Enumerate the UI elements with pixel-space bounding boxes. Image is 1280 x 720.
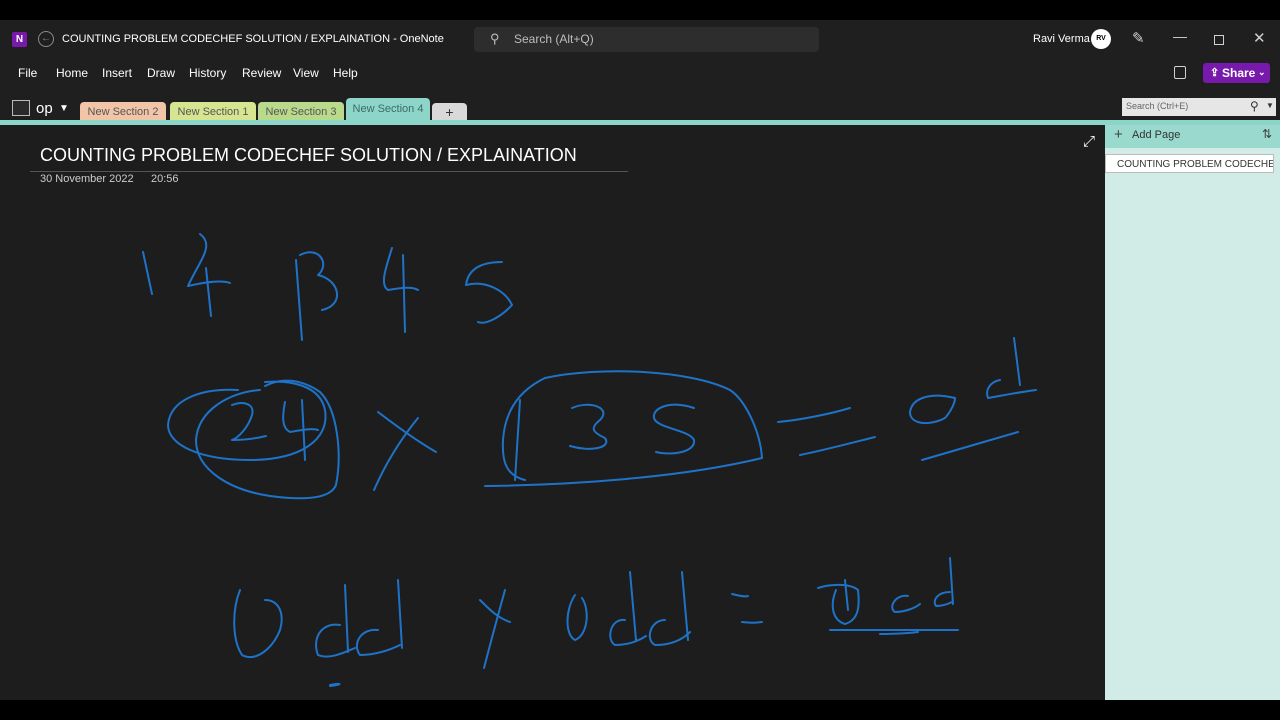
ink-stroke bbox=[777, 407, 851, 423]
minimize-icon[interactable]: — bbox=[1173, 28, 1187, 44]
ink-stroke bbox=[315, 623, 356, 658]
ink-stroke bbox=[167, 380, 327, 461]
ink-stroke bbox=[514, 399, 521, 481]
pages-pane-header: + Add Page ⇅ bbox=[1105, 125, 1280, 148]
ink-stroke bbox=[465, 261, 513, 324]
pages-pane: + Add Page ⇅ COUNTING PROBLEM CODECHEF bbox=[1105, 125, 1280, 700]
menu-history[interactable]: History bbox=[189, 66, 226, 80]
ink-stroke bbox=[282, 401, 319, 433]
ink-stroke bbox=[741, 621, 763, 624]
add-page-button[interactable]: Add Page bbox=[1132, 129, 1180, 141]
ink-stroke bbox=[299, 251, 339, 311]
ink-stroke bbox=[566, 594, 588, 641]
ink-stroke bbox=[231, 402, 267, 441]
menu-home[interactable]: Home bbox=[56, 66, 88, 80]
restore-icon[interactable] bbox=[1214, 35, 1224, 45]
ink-stroke bbox=[479, 599, 511, 623]
ink-stroke bbox=[397, 579, 403, 649]
letterbox-top bbox=[0, 0, 1280, 20]
search-box[interactable]: ⚲ Search (Alt+Q) bbox=[474, 27, 819, 52]
user-name[interactable]: Ravi Verma bbox=[1033, 33, 1090, 45]
ink-stroke bbox=[909, 394, 956, 425]
ink-stroke bbox=[921, 431, 1019, 461]
ink-stroke bbox=[402, 254, 406, 333]
chevron-down-icon: ⌄ bbox=[1258, 67, 1266, 77]
page-canvas[interactable]: COUNTING PROBLEM CODECHEF SOLUTION / EXP… bbox=[0, 125, 1105, 700]
ink-stroke bbox=[891, 594, 921, 613]
chevron-down-icon[interactable]: ▼ bbox=[1266, 101, 1274, 110]
ink-stroke bbox=[879, 631, 919, 635]
ink-stroke bbox=[817, 583, 860, 625]
ink-stroke bbox=[569, 403, 608, 450]
ink-stroke bbox=[329, 682, 341, 687]
ink-stroke bbox=[652, 403, 696, 455]
back-arrow-icon[interactable]: ← bbox=[38, 31, 54, 47]
share-icon: ⇪ bbox=[1210, 67, 1220, 79]
ink-stroke bbox=[986, 379, 1037, 399]
tab-new-section-3[interactable]: New Section 3 bbox=[258, 102, 344, 122]
ink-stroke bbox=[731, 593, 749, 598]
search-placeholder: Search (Alt+Q) bbox=[514, 32, 594, 46]
ink-stroke bbox=[648, 619, 691, 646]
menu-view[interactable]: View bbox=[293, 66, 319, 80]
section-bar: op ▼ New Section 2 New Section 1 New Sec… bbox=[0, 86, 1280, 122]
chevron-down-icon[interactable]: ▼ bbox=[59, 103, 69, 114]
search-icon: ⚲ bbox=[1250, 99, 1259, 113]
tab-new-section-1[interactable]: New Section 1 bbox=[170, 102, 256, 122]
title-bar: N ← COUNTING PROBLEM CODECHEF SOLUTION /… bbox=[0, 20, 1280, 60]
notebook-search-input[interactable]: Search (Ctrl+E) ⚲ ▼ bbox=[1122, 98, 1276, 116]
ink-stroke bbox=[609, 618, 647, 646]
ink-stroke bbox=[142, 251, 153, 295]
tab-new-section-2[interactable]: New Section 2 bbox=[80, 102, 166, 122]
menu-help[interactable]: Help bbox=[333, 66, 358, 80]
ink-stroke bbox=[344, 584, 349, 653]
notebook-icon[interactable] bbox=[12, 100, 30, 116]
menu-draw[interactable]: Draw bbox=[147, 66, 175, 80]
share-button[interactable]: ⇪ Share ⌄ bbox=[1203, 63, 1270, 83]
page-list-item[interactable]: COUNTING PROBLEM CODECHEF bbox=[1105, 154, 1274, 173]
ink-stroke bbox=[483, 589, 506, 669]
letterbox-bottom bbox=[0, 700, 1280, 720]
ink-stroke bbox=[233, 589, 283, 658]
notebook-search-placeholder: Search (Ctrl+E) bbox=[1126, 101, 1189, 111]
share-label: Share bbox=[1222, 66, 1256, 80]
window-title: COUNTING PROBLEM CODECHEF SOLUTION / EXP… bbox=[62, 33, 444, 45]
ink-stroke bbox=[187, 233, 231, 287]
menu-bar: File Home Insert Draw History Review Vie… bbox=[0, 60, 1280, 86]
ink-stroke bbox=[205, 267, 212, 317]
close-icon[interactable]: ✕ bbox=[1253, 29, 1266, 47]
avatar[interactable]: RV bbox=[1091, 29, 1111, 49]
ink-stroke bbox=[799, 436, 876, 456]
search-icon: ⚲ bbox=[490, 31, 500, 46]
ink-stroke bbox=[1013, 337, 1021, 386]
ink-stroke bbox=[949, 557, 954, 605]
notebook-name[interactable]: op bbox=[36, 100, 53, 117]
menu-review[interactable]: Review bbox=[242, 66, 281, 80]
ink-stroke bbox=[382, 247, 419, 291]
menu-insert[interactable]: Insert bbox=[102, 66, 132, 80]
ink-stroke bbox=[933, 591, 953, 607]
ink-stroke bbox=[373, 417, 419, 491]
onenote-icon: N bbox=[12, 32, 27, 47]
sort-icon[interactable]: ⇅ bbox=[1262, 127, 1272, 141]
plus-icon[interactable]: + bbox=[1114, 126, 1123, 143]
ink-stroke bbox=[484, 370, 763, 487]
pen-icon[interactable]: ✎ bbox=[1132, 29, 1145, 47]
sticky-notes-icon[interactable] bbox=[1174, 66, 1186, 79]
ink-stroke bbox=[355, 628, 401, 656]
ink-stroke bbox=[681, 571, 689, 641]
tab-new-section-4[interactable]: New Section 4 bbox=[346, 98, 430, 122]
menu-file[interactable]: File bbox=[18, 66, 37, 80]
ink-drawing bbox=[142, 233, 1037, 687]
ink-stroke bbox=[629, 571, 637, 641]
ink-stroke bbox=[295, 259, 303, 341]
